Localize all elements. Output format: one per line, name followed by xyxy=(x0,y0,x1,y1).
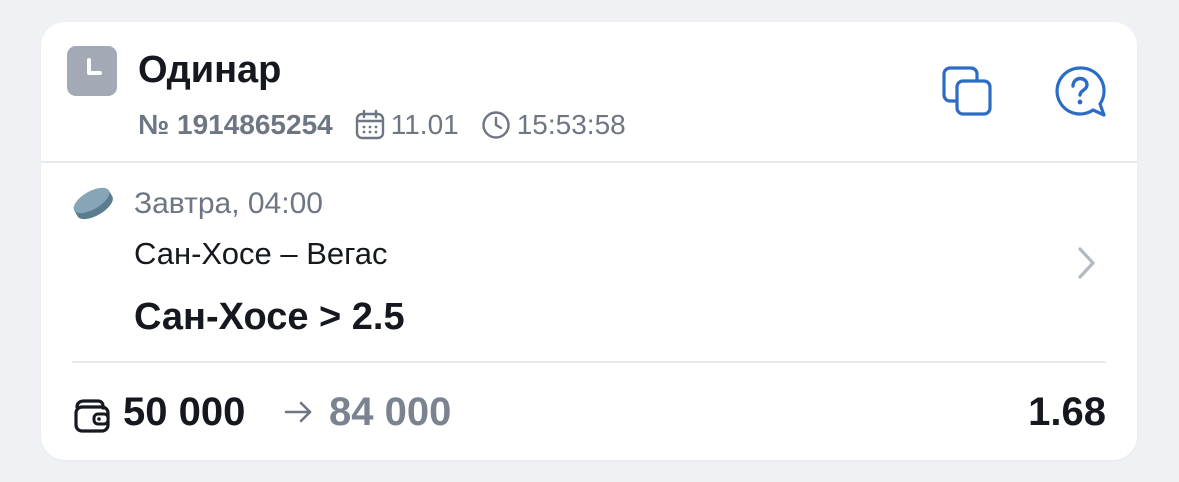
hockey-puck-icon xyxy=(70,185,116,226)
calendar-icon xyxy=(355,109,385,141)
coefficient: 1.68 xyxy=(1028,390,1106,434)
event-start-time: Завтра, 04:00 xyxy=(134,187,323,220)
time-icon xyxy=(481,110,511,140)
arrow-right-icon xyxy=(282,395,316,434)
bet-card: Одинар № 1914865254 11.01 15:53:58 Завтр… xyxy=(41,22,1137,460)
bet-number: № 1914865254 xyxy=(138,109,333,140)
event-row[interactable]: Завтра, 04:00 Сан-Хосе – Вегас Сан-Хосе … xyxy=(41,163,1137,361)
stake-amount: 50 000 xyxy=(123,390,246,434)
chevron-right-icon[interactable] xyxy=(1071,243,1101,288)
wallet-icon xyxy=(72,395,112,440)
bet-outcome: Сан-Хосе > 2.5 xyxy=(134,296,405,338)
bet-footer: 50 000 84 000 1.68 xyxy=(41,363,1137,460)
potential-payout: 84 000 xyxy=(329,390,452,434)
clock-icon xyxy=(67,46,117,96)
event-teams: Сан-Хосе – Вегас xyxy=(134,236,388,271)
bet-date: 11.01 xyxy=(390,109,459,140)
bet-header: Одинар № 1914865254 11.01 15:53:58 xyxy=(41,22,1137,163)
copy-button[interactable] xyxy=(940,64,996,120)
bet-type-title: Одинар xyxy=(138,49,282,91)
help-bubble-icon xyxy=(1055,66,1106,117)
bet-time: 15:53:58 xyxy=(516,109,626,140)
bet-meta: № 1914865254 11.01 15:53:58 xyxy=(138,108,626,142)
help-button[interactable] xyxy=(1052,64,1108,120)
copy-icon xyxy=(942,66,992,116)
